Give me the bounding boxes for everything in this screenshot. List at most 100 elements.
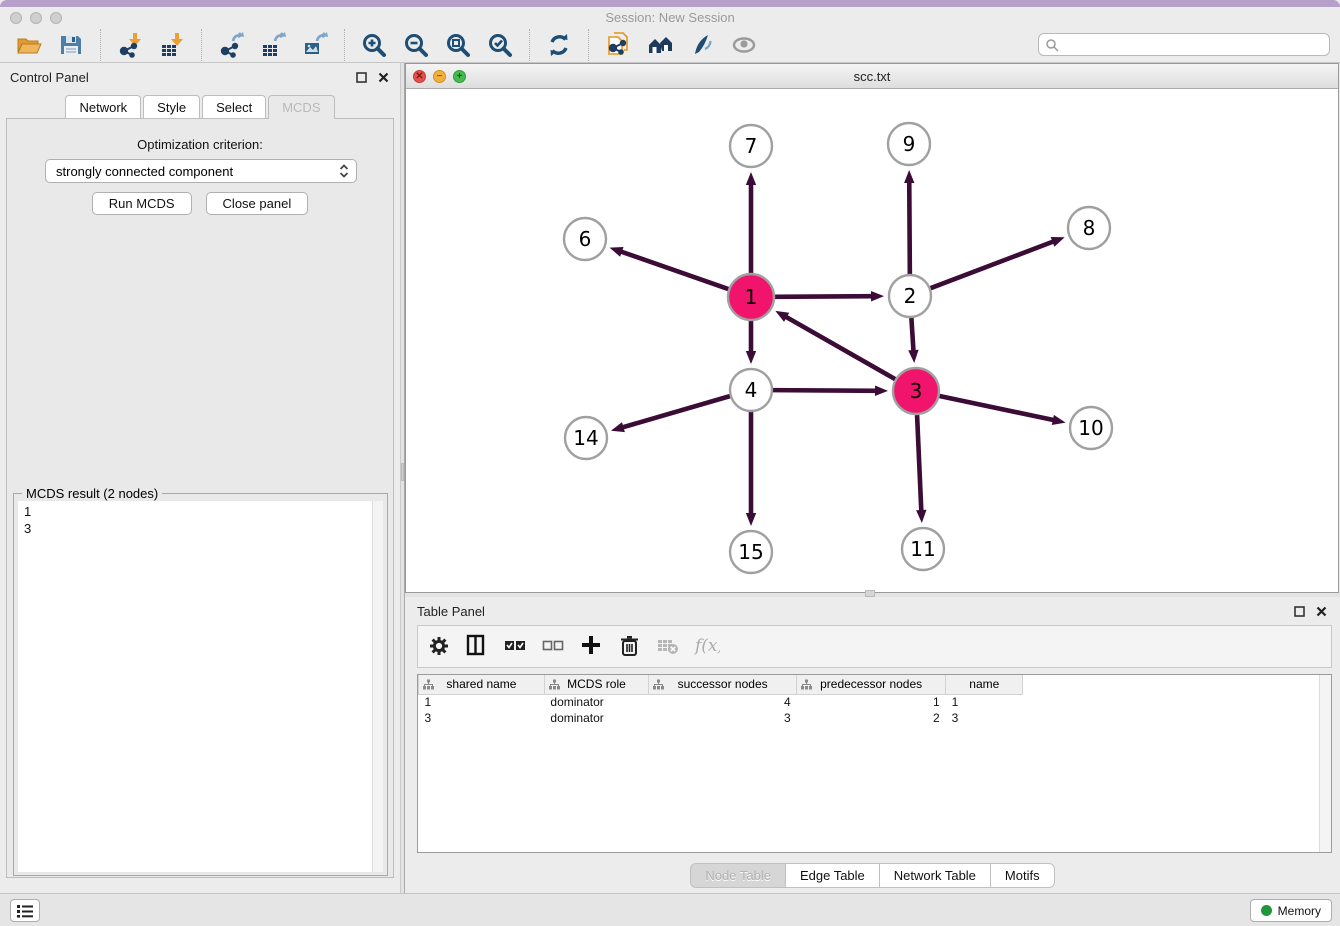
cell-shared-name[interactable]: 3 — [419, 710, 545, 726]
hierarchy-icon — [653, 679, 664, 690]
column-header-name[interactable]: name — [946, 675, 1023, 694]
edge-arrowhead — [610, 247, 624, 257]
search-box[interactable] — [1038, 33, 1330, 56]
splitter-grip[interactable] — [401, 463, 404, 481]
table-row[interactable]: 1dominator411 — [419, 694, 1332, 710]
window-title: Session: New Session — [0, 10, 1340, 25]
node-label-2: 2 — [904, 284, 917, 308]
column-header-successor-nodes[interactable]: successor nodes — [649, 675, 797, 694]
import-table-icon[interactable] — [157, 31, 187, 59]
deselect-all-icon[interactable] — [542, 635, 568, 659]
tab-network[interactable]: Network — [65, 95, 141, 118]
memory-button[interactable]: Memory — [1250, 899, 1332, 922]
splitter-grip[interactable] — [865, 590, 875, 597]
column-visibility-icon[interactable] — [466, 635, 492, 659]
cell-successor-nodes[interactable]: 4 — [649, 694, 797, 710]
network-canvas[interactable]: 1234678910111415 — [406, 89, 1338, 592]
select-all-icon[interactable] — [504, 635, 530, 659]
node-label-4: 4 — [745, 378, 758, 402]
open-file-icon[interactable] — [14, 31, 44, 59]
export-table-icon[interactable] — [258, 31, 288, 59]
toolbar-separator — [588, 29, 589, 61]
graph-edge-3-1[interactable] — [784, 316, 895, 379]
cell-MCDS-role[interactable]: dominator — [544, 710, 648, 726]
criterion-select[interactable]: strongly connected component — [45, 159, 357, 183]
zoom-out-icon[interactable] — [401, 31, 431, 59]
task-history-button[interactable] — [10, 899, 40, 922]
edge-arrowhead — [746, 351, 756, 364]
export-image-icon[interactable] — [300, 31, 330, 59]
float-panel-icon[interactable] — [354, 70, 368, 84]
new-network-icon[interactable] — [603, 31, 633, 59]
zoom-in-icon[interactable] — [359, 31, 389, 59]
tab-edge-table[interactable]: Edge Table — [786, 863, 880, 888]
cell-successor-nodes[interactable]: 3 — [649, 710, 797, 726]
table-row[interactable]: 3dominator323 — [419, 710, 1332, 726]
node-label-11: 11 — [910, 537, 935, 561]
float-panel-icon[interactable] — [1292, 604, 1306, 618]
graph-edge-3-11[interactable] — [917, 415, 921, 513]
cell-name[interactable]: 3 — [946, 710, 1023, 726]
close-panel-icon[interactable] — [376, 70, 390, 84]
cell-shared-name[interactable]: 1 — [419, 694, 545, 710]
result-scrollbar[interactable] — [372, 501, 383, 872]
tab-node-table[interactable]: Node Table — [690, 863, 786, 888]
graph-edge-3-10[interactable] — [939, 396, 1055, 421]
tab-style[interactable]: Style — [143, 95, 200, 118]
network-window-title: scc.txt — [406, 69, 1338, 84]
tab-motifs[interactable]: Motifs — [991, 863, 1055, 888]
table-tabs: Node TableEdge TableNetwork TableMotifs — [405, 863, 1340, 888]
optimization-criterion-label: Optimization criterion: — [7, 137, 393, 152]
column-header-MCDS-role[interactable]: MCDS role — [544, 675, 648, 694]
refresh-layout-icon[interactable] — [544, 31, 574, 59]
add-column-icon[interactable] — [580, 635, 606, 659]
import-network-icon[interactable] — [115, 31, 145, 59]
node-label-14: 14 — [573, 426, 598, 450]
edge-arrowhead — [875, 386, 888, 396]
network-maximize-button[interactable]: + — [453, 70, 466, 83]
close-panel-icon[interactable] — [1314, 604, 1328, 618]
run-mcds-button[interactable]: Run MCDS — [92, 192, 192, 215]
mcds-result-textarea[interactable]: 1 3 — [18, 501, 383, 872]
titlebar[interactable]: Session: New Session — [0, 7, 1340, 28]
graph-edge-1-2[interactable] — [775, 296, 874, 297]
graph-edge-2-8[interactable] — [931, 241, 1056, 288]
edge-arrowhead — [916, 510, 926, 523]
graph-edge-4-14[interactable] — [621, 396, 730, 428]
toolbar-separator — [201, 29, 202, 61]
header-filler — [1023, 675, 1331, 694]
export-network-icon[interactable] — [216, 31, 246, 59]
style-icon[interactable] — [687, 31, 717, 59]
column-header-shared-name[interactable]: shared name — [419, 675, 545, 694]
cell-MCDS-role[interactable]: dominator — [544, 694, 648, 710]
search-input[interactable] — [1059, 34, 1329, 55]
edge-arrowhead — [904, 170, 914, 183]
zoom-selected-icon[interactable] — [485, 31, 515, 59]
home-icon[interactable] — [645, 31, 675, 59]
delete-column-icon[interactable] — [618, 635, 644, 659]
tab-mcds[interactable]: MCDS — [268, 95, 334, 119]
graph-edge-2-3[interactable] — [911, 318, 913, 353]
save-session-icon[interactable] — [56, 31, 86, 59]
function-builder-icon: f(x) — [694, 635, 720, 659]
cell-predecessor-nodes[interactable]: 2 — [797, 710, 946, 726]
close-panel-button[interactable]: Close panel — [206, 192, 309, 215]
graph-edge-1-6[interactable] — [619, 251, 728, 289]
network-window-titlebar[interactable]: ✕ − + scc.txt — [406, 64, 1338, 89]
node-label-10: 10 — [1078, 416, 1103, 440]
table-scrollbar[interactable] — [1319, 675, 1331, 852]
tab-network-table[interactable]: Network Table — [880, 863, 991, 888]
network-close-button[interactable]: ✕ — [413, 70, 426, 83]
node-table: shared nameMCDS rolesuccessor nodesprede… — [417, 674, 1332, 853]
network-minimize-button[interactable]: − — [433, 70, 446, 83]
zoom-fit-icon[interactable] — [443, 31, 473, 59]
graph-edge-2-9[interactable] — [909, 180, 910, 274]
node-label-7: 7 — [745, 134, 758, 158]
column-header-predecessor-nodes[interactable]: predecessor nodes — [797, 675, 946, 694]
settings-gear-icon[interactable] — [428, 635, 454, 659]
graph-edge-4-3[interactable] — [773, 390, 878, 391]
network-view-window: ✕ − + scc.txt 1234678910111415 — [405, 63, 1339, 593]
cell-predecessor-nodes[interactable]: 1 — [797, 694, 946, 710]
tab-select[interactable]: Select — [202, 95, 266, 118]
cell-name[interactable]: 1 — [946, 694, 1023, 710]
